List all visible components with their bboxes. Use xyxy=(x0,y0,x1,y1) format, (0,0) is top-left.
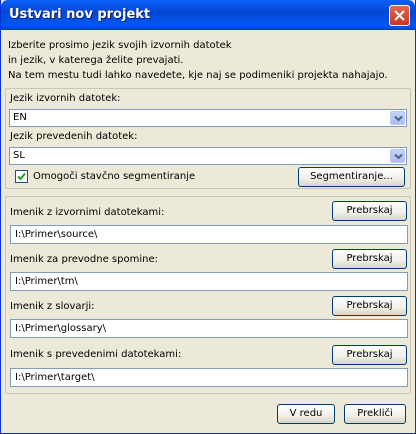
dialog-title: Ustvari nov projekt xyxy=(9,7,151,22)
segmentation-button[interactable]: Segmentiranje... xyxy=(298,167,405,187)
browse-source-button[interactable]: Prebrskaj xyxy=(332,201,407,221)
target-folder-label: Imenik s prevedenimi datotekami: xyxy=(10,349,182,360)
source-language-dropdown-button[interactable] xyxy=(390,111,405,125)
source-language-value: EN xyxy=(13,112,27,123)
glossary-folder-label: Imenik z slovarji: xyxy=(10,301,95,312)
browse-tm-button[interactable]: Prebrskaj xyxy=(332,249,407,269)
close-button[interactable] xyxy=(389,5,410,26)
source-folder-input[interactable]: I:\Primer\source\ xyxy=(10,225,408,244)
glossary-folder-value: I:\Primer\glossary\ xyxy=(15,323,106,334)
intro-line: Na tem mestu tudi lahko navedete, kje na… xyxy=(8,70,388,81)
intro-line: Izberite prosimo jezik svojih izvornih d… xyxy=(8,40,232,51)
target-language-label: Jezik prevedenih datotek: xyxy=(10,131,138,142)
source-folder-value: I:\Primer\source\ xyxy=(15,229,98,240)
source-language-label: Jezik izvornih datotek: xyxy=(10,93,121,104)
browse-glossary-button[interactable]: Prebrskaj xyxy=(332,296,407,316)
ok-button[interactable]: V redu xyxy=(277,404,335,424)
sentence-segmentation-checkbox[interactable] xyxy=(15,170,28,183)
source-folder-label: Imenik z izvornimi datotekami: xyxy=(10,207,165,218)
new-project-dialog: Ustvari nov projekt Izberite prosimo jez… xyxy=(0,0,416,434)
source-language-select[interactable]: EN xyxy=(9,109,407,127)
target-language-value: SL xyxy=(13,150,25,161)
chevron-down-icon xyxy=(394,115,403,122)
intro-text: Izberite prosimo jezik svojih izvornih d… xyxy=(8,38,410,83)
target-language-dropdown-button[interactable] xyxy=(390,149,405,163)
intro-line: in jezik, v katerega želite prevajati. xyxy=(8,55,184,66)
folders-group: Imenik z izvornimi datotekami: Prebrskaj… xyxy=(5,196,411,394)
tm-folder-input[interactable]: I:\Primer\tm\ xyxy=(10,272,408,291)
cancel-button[interactable]: Prekliči xyxy=(344,404,406,424)
close-icon xyxy=(394,10,405,21)
browse-target-button[interactable]: Prebrskaj xyxy=(332,345,407,365)
glossary-folder-input[interactable]: I:\Primer\glossary\ xyxy=(10,319,408,338)
tm-folder-label: Imenik za prevodne spomine: xyxy=(10,254,158,265)
sentence-segmentation-label[interactable]: Omogoči stavčno segmentiranje xyxy=(33,171,195,182)
checkmark-icon xyxy=(17,172,26,181)
tm-folder-value: I:\Primer\tm\ xyxy=(15,276,78,287)
chevron-down-icon xyxy=(394,153,403,160)
title-bar: Ustvari nov projekt xyxy=(1,0,415,30)
target-folder-value: I:\Primer\target\ xyxy=(15,372,95,383)
target-folder-input[interactable]: I:\Primer\target\ xyxy=(10,368,408,387)
language-group: Jezik izvornih datotek: EN Jezik prevede… xyxy=(5,88,411,189)
target-language-select[interactable]: SL xyxy=(9,147,407,165)
